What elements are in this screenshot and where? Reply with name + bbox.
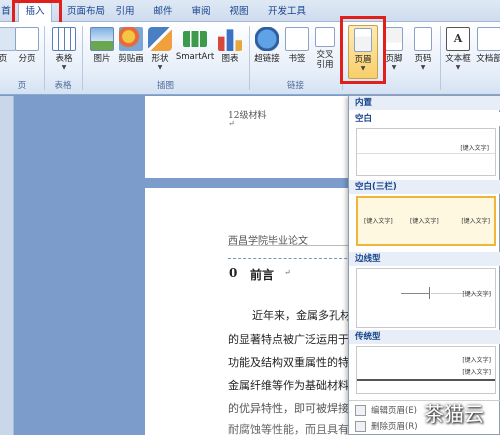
tab-insert[interactable]: 插入 xyxy=(18,2,52,22)
page-button[interactable]: 页 xyxy=(0,25,16,79)
body-line-3: 功能及结构双重属性的特 xyxy=(228,356,349,369)
ribbon-tab-bar: 首页 插入 页面布局 引用 邮件 审阅 视图 开发工具 xyxy=(0,0,500,33)
tab-review[interactable]: 审阅 xyxy=(188,4,214,20)
bookmark-button[interactable]: 书签 xyxy=(284,25,310,79)
cross-reference-button[interactable]: 交叉 引用 xyxy=(311,25,339,79)
vertical-ruler xyxy=(0,96,14,435)
watermark-logo: 茶猫云 xyxy=(424,402,484,426)
chevron-down-icon: ▼ xyxy=(61,64,67,71)
tab-mailings[interactable]: 邮件 xyxy=(150,4,176,20)
gallery-item-traditional[interactable]: [键入文字] [键入文字] xyxy=(356,346,496,394)
placeholder-text: [键入文字] xyxy=(462,291,491,298)
tab-page-layout[interactable]: 页面布局 xyxy=(64,4,108,20)
hyperlink-button[interactable]: 超链接 xyxy=(253,25,281,79)
chevron-down-icon: ▼ xyxy=(455,64,461,71)
group-label-tables: 表格 xyxy=(54,81,72,91)
shapes-button[interactable]: 形状 ▼ xyxy=(147,25,173,79)
decorative-line xyxy=(401,293,429,294)
ribbon-insert-panel: 页 分页 表格 ▼ 图片 剪贴画 形状 ▼ SmartArt 图表 超链接 书签 xyxy=(0,22,500,95)
group-label-illustrations: 插图 xyxy=(156,81,174,91)
group-label-links: 链接 xyxy=(286,81,304,91)
picture-icon xyxy=(90,27,114,51)
gallery-item-title-blank: 空白 xyxy=(349,112,500,126)
textbox-icon: A xyxy=(446,27,470,51)
tab-references[interactable]: 引用 xyxy=(112,4,138,20)
page-number-icon xyxy=(414,27,432,51)
gallery-item-title-traditional: 传统型 xyxy=(349,330,500,344)
paragraph-mark: ↵ xyxy=(284,268,291,277)
footer-button[interactable]: 页脚 ▼ xyxy=(381,25,407,79)
chevron-down-icon: ▼ xyxy=(420,64,426,71)
chevron-down-icon: ▼ xyxy=(157,64,163,71)
placeholder-text: [键入文字] xyxy=(462,357,491,364)
placeholder-text: [键入文字] xyxy=(410,218,439,225)
body-line-6: 耐腐蚀等性能，而且具有 xyxy=(228,423,349,435)
textbox-button[interactable]: A 文本框 ▼ xyxy=(443,25,473,79)
picture-button[interactable]: 图片 xyxy=(88,25,116,79)
group-separator xyxy=(342,26,343,90)
gallery-item-title-sideline: 边线型 xyxy=(349,252,500,266)
tab-developer[interactable]: 开发工具 xyxy=(264,4,310,20)
edit-header-icon xyxy=(355,405,366,416)
gallery-item-blank[interactable]: [键入文字] xyxy=(356,128,496,176)
heading-number: 0 xyxy=(229,266,238,280)
chart-icon xyxy=(218,29,242,51)
gallery-section-builtin: 内置 xyxy=(349,96,500,110)
placeholder-text: [键入文字] xyxy=(462,369,491,376)
group-separator xyxy=(440,26,441,90)
globe-icon xyxy=(255,27,279,51)
tab-home[interactable]: 首页 xyxy=(0,4,12,33)
tab-view[interactable]: 视图 xyxy=(226,4,252,20)
placeholder-text: [键入文字] xyxy=(364,218,393,225)
page-break-icon xyxy=(15,27,39,51)
remove-header-icon xyxy=(355,421,366,432)
smartart-button[interactable]: SmartArt xyxy=(174,25,216,79)
chevron-down-icon: ▼ xyxy=(360,65,366,72)
group-label-pages: 页 xyxy=(17,81,27,91)
placeholder-text: [键入文字] xyxy=(461,218,490,225)
header-rule xyxy=(357,379,495,381)
bookmark-icon xyxy=(285,27,309,51)
body-line-1: 近年来，金属多孔材 xyxy=(252,309,351,322)
table-icon xyxy=(52,27,76,51)
header-rule xyxy=(357,153,495,154)
clipart-button[interactable]: 剪贴画 xyxy=(116,25,146,79)
header-gallery-dropdown: 内置 空白 [键入文字] 空白(三栏) [键入文字] [键入文字] [键入文字]… xyxy=(348,95,500,435)
clipart-icon xyxy=(119,27,143,51)
page-break-button[interactable]: 分页 xyxy=(14,25,40,79)
smartart-icon xyxy=(183,31,207,47)
header-icon xyxy=(354,28,372,52)
body-line-2: 的显著特点被广泛运用于 xyxy=(228,333,349,346)
heading-title: 前言 xyxy=(250,268,275,282)
document-parts-button[interactable]: 文档部 xyxy=(474,25,500,79)
body-line-4: 金属纤维等作为基础材料 xyxy=(228,379,349,392)
table-button[interactable]: 表格 ▼ xyxy=(50,25,78,79)
gallery-item-blank-three-column[interactable]: [键入文字] [键入文字] [键入文字] xyxy=(356,196,496,246)
placeholder-text: [键入文字] xyxy=(460,145,489,152)
document-parts-icon xyxy=(477,27,500,51)
footer-icon xyxy=(385,27,403,51)
cross-reference-icon xyxy=(315,27,335,47)
paragraph-mark: ↵ xyxy=(228,119,235,128)
chart-button[interactable]: 图表 xyxy=(216,25,244,79)
decorative-bar xyxy=(429,287,430,299)
gallery-item-title-blank-three: 空白(三栏) xyxy=(349,180,500,194)
gallery-item-sideline[interactable]: [键入文字] xyxy=(356,268,496,328)
shapes-icon xyxy=(148,27,172,51)
header-button[interactable]: 页眉 ▼ xyxy=(348,25,378,79)
chevron-down-icon: ▼ xyxy=(391,64,397,71)
page-number-button[interactable]: 页码 ▼ xyxy=(409,25,437,79)
body-line-5: 的优异特性，即可被焊接 xyxy=(228,402,349,415)
